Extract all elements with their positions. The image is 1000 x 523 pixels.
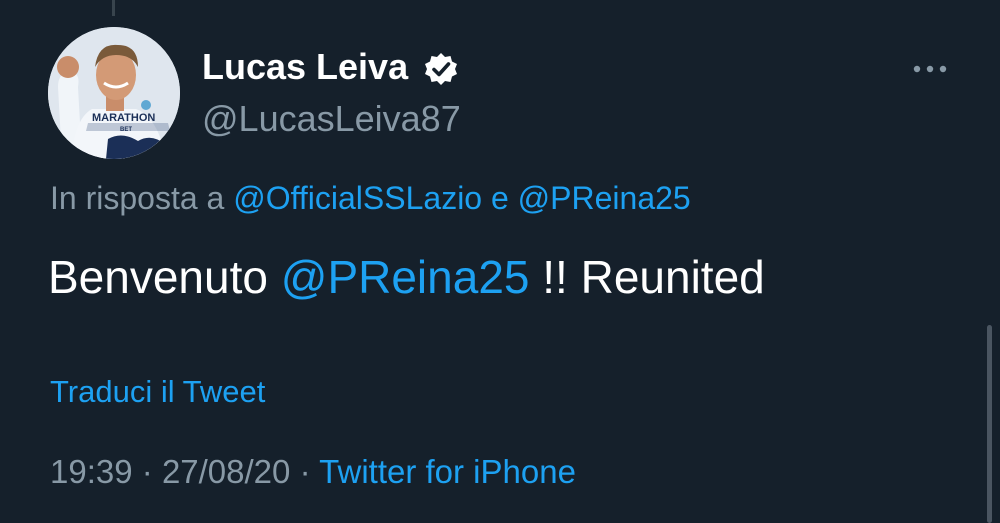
- tweet-text-before: Benvenuto: [48, 251, 268, 303]
- tweet-text-after: !! Reunited: [542, 251, 765, 303]
- reply-context: In risposta a @OfficialSSLazio e @PReina…: [50, 180, 691, 217]
- tweet-detail: MARATHON BET Lucas Leiva @LucasLeiva87 I…: [0, 0, 1000, 523]
- avatar-image: MARATHON BET: [48, 27, 180, 159]
- reply-conjunction: e: [490, 180, 509, 216]
- avatar[interactable]: MARATHON BET: [48, 27, 180, 159]
- author-handle[interactable]: @LucasLeiva87: [202, 98, 461, 140]
- verified-badge-icon: [425, 53, 457, 85]
- reply-mention-preina25[interactable]: @PReina25: [518, 180, 691, 216]
- author-display-name[interactable]: Lucas Leiva: [202, 46, 408, 88]
- translate-tweet-link[interactable]: Traduci il Tweet: [50, 374, 265, 410]
- reply-mention-officialsslazio[interactable]: @OfficialSSLazio: [233, 180, 482, 216]
- tweet-date: 27/08/20: [161, 453, 291, 490]
- tweet-mention-preina25[interactable]: @PReina25: [281, 251, 530, 303]
- tweet-time: 19:39: [50, 453, 133, 490]
- avatar-jersey-subtext: BET: [120, 127, 132, 133]
- meta-separator: ·: [141, 453, 153, 490]
- more-options-button[interactable]: [905, 52, 957, 86]
- scrollbar[interactable]: [987, 325, 992, 523]
- tweet-text: Benvenuto @PReina25 !! Reunited: [48, 250, 765, 304]
- tweet-source-link[interactable]: Twitter for iPhone: [319, 453, 576, 490]
- thread-connector-line: [112, 0, 115, 16]
- meta-separator: ·: [299, 453, 311, 490]
- reply-prefix: In risposta a: [50, 180, 225, 216]
- more-horizontal-icon: [913, 65, 947, 73]
- tweet-metadata: 19:39 · 27/08/20 · Twitter for iPhone: [50, 453, 576, 491]
- avatar-jersey-text: MARATHON: [92, 112, 155, 124]
